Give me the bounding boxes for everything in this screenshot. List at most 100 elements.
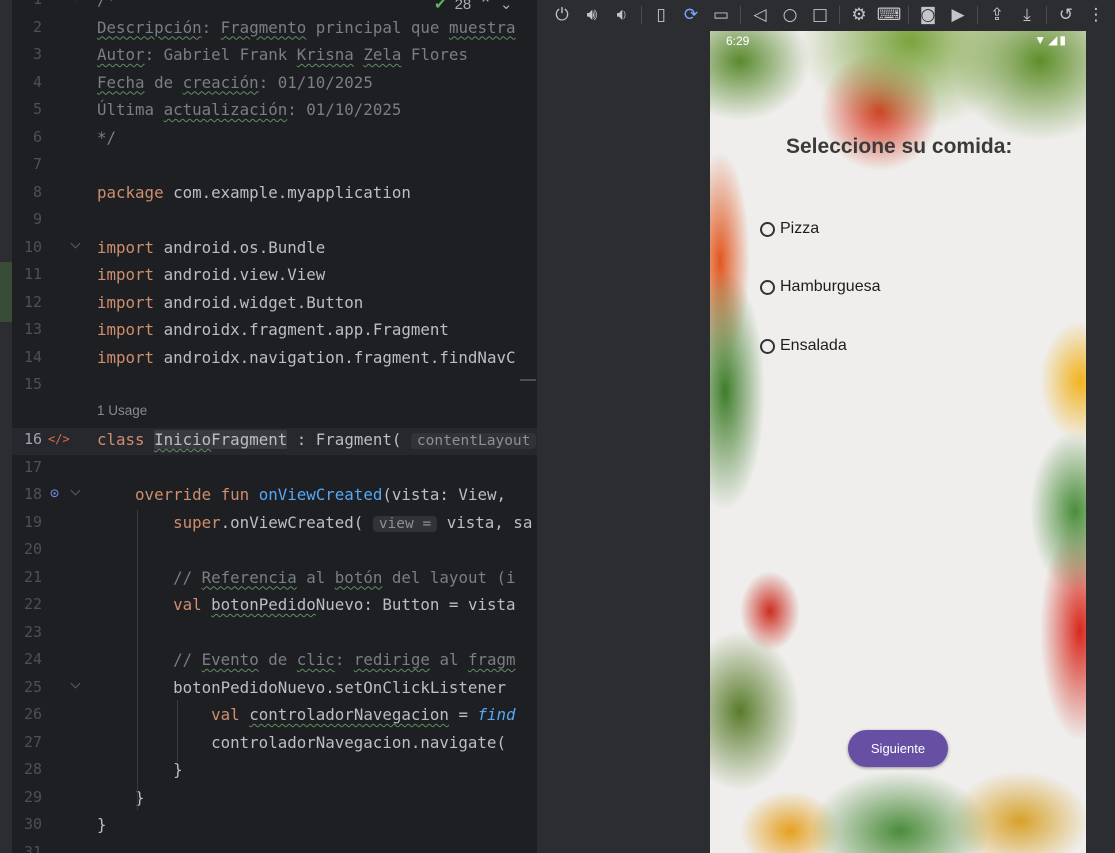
code-line[interactable]: Última actualización: 01/10/2025 (97, 96, 401, 123)
code-line[interactable]: } (97, 756, 183, 783)
gutter-line[interactable]: 2 (12, 14, 94, 41)
line-number: 8 (32, 182, 42, 201)
vcs-change-marker[interactable] (0, 262, 12, 322)
code-area[interactable]: /*Descripción: Fragmento principal que m… (97, 0, 537, 853)
gutter-line[interactable]: 11 (12, 261, 94, 288)
radio-label[interactable]: Ensalada (780, 337, 847, 355)
code-line[interactable]: package com.example.myapplication (97, 179, 411, 206)
device-settings-icon[interactable]: ⚙ (844, 0, 874, 30)
override-icon[interactable]: ⊙ (50, 484, 59, 502)
radio-option-hamburguesa[interactable]: Hamburguesa (760, 275, 881, 299)
code-line[interactable]: // Evento de clic: redirige al fragm (97, 646, 515, 673)
next-button[interactable]: Siguiente (848, 730, 948, 767)
gutter-line[interactable]: 8 (12, 179, 94, 206)
gutter-line[interactable]: 29 (12, 784, 94, 811)
code-line[interactable]: import android.widget.Button (97, 289, 363, 316)
line-number: 25 (23, 677, 42, 696)
code-line[interactable]: Descripción: Fragmento principal que mue… (97, 14, 516, 41)
code-line[interactable]: import androidx.fragment.app.Fragment (97, 316, 449, 343)
code-editor[interactable]: 12345678910111213141516</>1718⊙192021222… (0, 0, 537, 853)
gutter-line[interactable]: 9 (12, 206, 94, 233)
line-number-gutter[interactable]: 12345678910111213141516</>1718⊙192021222… (12, 0, 94, 853)
fold-arrow-icon[interactable] (70, 678, 81, 688)
chevron-down-icon[interactable]: ⌄ (500, 0, 513, 13)
gutter-line[interactable]: 18 ⊙ (12, 481, 94, 508)
gutter-line[interactable]: 14 (12, 344, 94, 371)
gutter-line[interactable]: 6 (12, 124, 94, 151)
line-number: 13 (23, 320, 42, 338)
gutter-line[interactable]: 3 (12, 41, 94, 68)
radio-option-pizza[interactable]: Pizza (760, 217, 819, 241)
gutter-line[interactable]: 24 (12, 646, 94, 673)
code-line[interactable]: // Referencia al botón del layout (i (97, 564, 515, 591)
layout-link-icon[interactable]: </> (48, 432, 70, 446)
volume-down-icon[interactable]: 🔉︎ (607, 0, 637, 30)
gutter-line[interactable]: 19 (12, 509, 94, 536)
line-number: 19 (23, 512, 42, 531)
fold-icon[interactable]: ▭ (706, 0, 736, 30)
code-line[interactable]: /* (97, 0, 116, 13)
code-line[interactable]: override fun onViewCreated(vista: View, (97, 481, 506, 508)
code-line[interactable]: val botonPedidoNuevo: Button = vista (97, 591, 515, 618)
code-line[interactable]: import androidx.navigation.fragment.find… (97, 344, 515, 371)
gutter-line[interactable]: 7 (12, 151, 94, 178)
gutter-line[interactable]: 20 (12, 536, 94, 563)
gutter-line[interactable]: 15 (12, 371, 94, 398)
code-line[interactable]: import android.view.View (97, 261, 325, 288)
code-line[interactable]: Autor: Gabriel Frank Krisna Zela Flores (97, 41, 468, 68)
radio-option-ensalada[interactable]: Ensalada (760, 334, 847, 358)
code-line[interactable]: class InicioFragment : Fragment( content… (97, 426, 537, 453)
download-icon[interactable]: ⤓ (1012, 0, 1042, 30)
keyboard-icon[interactable]: ⌨ (874, 0, 904, 30)
volume-up-icon[interactable]: 🔊︎ (577, 0, 607, 30)
device-screen[interactable]: 6:29 ▼◢▮ Seleccione su comida: Pizza Ham… (710, 31, 1086, 853)
gutter-line[interactable]: 26 (12, 701, 94, 728)
gutter-line[interactable]: 12 (12, 289, 94, 316)
line-number: 15 (23, 375, 42, 393)
gutter-line[interactable]: 31 (12, 839, 94, 853)
more-icon[interactable]: ⋮ (1081, 0, 1111, 30)
gutter-line[interactable]: 10 (12, 234, 94, 261)
gutter-line[interactable]: 30 (12, 811, 94, 838)
code-line[interactable]: Fecha de creación: 01/10/2025 (97, 69, 373, 96)
code-line[interactable]: super.onViewCreated( view = vista, sa (97, 509, 532, 536)
code-line[interactable]: */ (97, 124, 116, 151)
gutter-line[interactable]: 23 (12, 619, 94, 646)
gutter-line[interactable]: 16 </> (12, 426, 94, 453)
radio-button[interactable] (760, 279, 775, 295)
back-icon[interactable]: ◁ (745, 0, 775, 30)
overview-icon[interactable]: □ (805, 0, 835, 30)
inspections-widget[interactable]: ✔ 28 ⌃ ⌄ (434, 0, 512, 14)
code-line[interactable]: val controladorNavegacion = find (97, 701, 515, 728)
upload-icon[interactable]: ⇪ (982, 0, 1012, 30)
code-line[interactable]: botonPedidoNuevo.setOnClickListener (97, 674, 506, 701)
radio-button[interactable] (760, 338, 775, 354)
screen-record-icon[interactable]: ▶ (943, 0, 973, 30)
gutter-line[interactable]: 21 (12, 564, 94, 591)
fold-arrow-icon[interactable] (70, 238, 81, 248)
code-line[interactable]: controladorNavegacion.navigate( (97, 729, 506, 756)
chevron-up-icon[interactable]: ⌃ (479, 0, 492, 13)
snapshot-icon[interactable]: ↺ (1051, 0, 1081, 30)
gutter-line[interactable]: 5 (12, 96, 94, 123)
gutter-line[interactable]: 27 (12, 729, 94, 756)
gutter-line[interactable]: 13 (12, 316, 94, 343)
usage-hint[interactable]: 1 Usage (97, 403, 147, 418)
rotate-right-icon[interactable]: ⟳ (676, 0, 706, 30)
power-icon[interactable]: ⏻ (547, 0, 577, 30)
gutter-line[interactable]: 25 (12, 674, 94, 701)
gutter-line[interactable]: 1 (12, 0, 94, 13)
home-icon[interactable]: ○ (775, 0, 805, 30)
camera-icon[interactable]: ◙ (913, 0, 943, 30)
radio-button[interactable] (760, 221, 775, 237)
gutter-line[interactable]: 22 (12, 591, 94, 618)
radio-label[interactable]: Pizza (780, 220, 819, 238)
gutter-line[interactable]: 4 (12, 69, 94, 96)
gutter-line[interactable]: 17 (12, 454, 94, 481)
gutter-line[interactable]: 28 (12, 756, 94, 783)
rotate-left-icon[interactable]: ▯ (646, 0, 676, 30)
code-line[interactable]: import android.os.Bundle (97, 234, 325, 261)
radio-label[interactable]: Hamburguesa (780, 278, 881, 296)
fold-arrow-icon[interactable] (70, 485, 81, 496)
code-line[interactable]: } (97, 811, 107, 838)
